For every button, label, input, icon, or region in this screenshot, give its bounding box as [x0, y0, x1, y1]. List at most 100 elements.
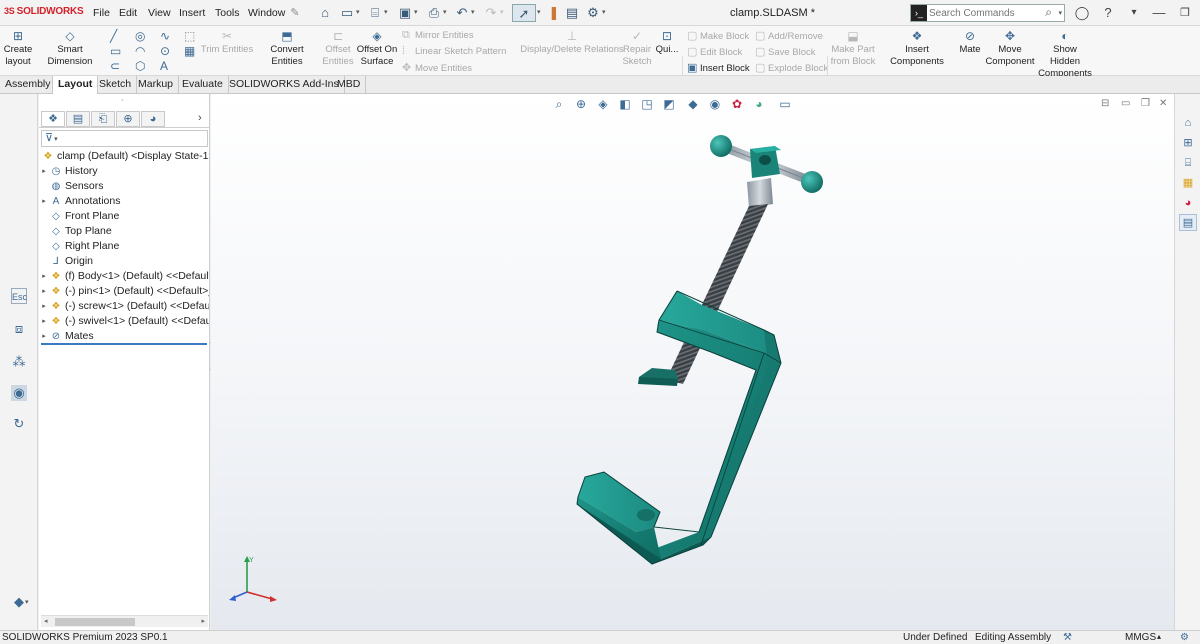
search-dropdown-icon[interactable]: ▾ [1058, 9, 1062, 17]
menu-view[interactable]: View [148, 7, 171, 19]
file-properties-icon[interactable]: ▤ [563, 4, 581, 22]
configuration-icon[interactable]: ⁂ [11, 354, 27, 370]
scroll-right-icon[interactable]: ▸ [201, 616, 205, 628]
appearance-selector-icon[interactable]: ◉ [11, 385, 27, 401]
file-explorer-icon[interactable]: ⌸ [1179, 154, 1197, 171]
tree-item[interactable]: ◇ Top Plane [39, 224, 209, 239]
tree-filter-box[interactable]: ⊽▾ [41, 130, 208, 147]
dotted-rectangle-icon[interactable]: ⬚ [184, 30, 198, 42]
trim-entities-button[interactable]: ✂ Trim Entities [200, 29, 254, 56]
search-icon[interactable]: ⌕ [1045, 5, 1052, 20]
tree-item[interactable]: ▸❖ (-) screw<1> (Default) <<Default>_ [39, 299, 209, 314]
tab-solidworks-add-ins[interactable]: SOLIDWORKS Add-Ins [224, 76, 345, 94]
clamp-body[interactable] [576, 290, 782, 565]
swivel-pad[interactable] [638, 368, 678, 386]
spline-icon[interactable]: ∿ [160, 30, 174, 42]
insert-components-button[interactable]: ❖ Insert Components [878, 29, 956, 68]
new-document-icon[interactable]: ▭ [338, 4, 356, 22]
undo-dropdown-icon[interactable]: ▾ [471, 8, 475, 16]
tree-item[interactable]: ▸ ⊘ Mates [39, 329, 209, 344]
ellipse-icon[interactable]: ⊙ [160, 45, 174, 57]
redo-dropdown-icon[interactable]: ▾ [500, 8, 504, 16]
create-layout-button[interactable]: ⊞ Create layout [2, 29, 34, 68]
text-icon[interactable]: A [160, 60, 174, 72]
insert-block-button[interactable]: ▣ Insert Block [687, 61, 750, 74]
show-hidden-components-button[interactable]: ◐ Show Hidden Components [1037, 29, 1093, 80]
smart-dimension-button[interactable]: ◇ Smart Dimension [36, 29, 104, 68]
search-input[interactable] [929, 6, 1044, 20]
add-remove-button[interactable]: ▢ Add/Remove [755, 29, 823, 42]
units-dropdown-icon[interactable]: ▴ [1157, 632, 1161, 641]
rebuild-traffic-light-icon[interactable]: ❚ [545, 4, 563, 22]
undo-icon[interactable]: ↶ [453, 4, 471, 22]
edit-block-button[interactable]: ▢ Edit Block [687, 45, 742, 58]
chevron-right-icon[interactable]: › [198, 112, 202, 124]
tab-sketch[interactable]: Sketch [94, 76, 138, 94]
options-gear-icon[interactable]: ⚙ [584, 4, 602, 22]
expand-arrow-icon[interactable]: ▸ [39, 299, 49, 314]
pin-icon[interactable]: ✎ [286, 4, 304, 22]
offset-on-surface-button[interactable]: ◈ Offset On Surface [356, 29, 398, 68]
tree-item[interactable]: ▸❖ (-) swivel<1> (Default) <<Default>_ [39, 314, 209, 329]
pattern-icon[interactable]: ▦ [184, 45, 198, 57]
linear-sketch-pattern-button[interactable]: ⁞ Linear Sketch Pattern [402, 45, 506, 57]
tab-layout[interactable]: Layout [52, 76, 99, 94]
redo-icon[interactable]: ↷ [482, 4, 500, 22]
make-block-button[interactable]: ▢ Make Block [687, 29, 749, 42]
arc-icon[interactable]: ◠ [135, 45, 149, 57]
quick-snaps-button[interactable]: ⊡ Qui... [655, 29, 679, 56]
select-dropdown-icon[interactable]: ▾ [537, 8, 541, 16]
rotate-view-icon[interactable]: ↻ [11, 416, 27, 432]
dimxpert-tab-icon[interactable]: ⊕ [116, 111, 140, 127]
appearances-scenes-icon[interactable]: ◕ [1179, 194, 1197, 211]
horizontal-scrollbar[interactable]: ◂ ▸ [41, 615, 208, 627]
feature-tree-tab-icon[interactable]: ❖ [41, 111, 65, 127]
search-commands-box[interactable]: ›_ ⌕ ▾ [910, 4, 1065, 22]
esc-key-icon[interactable]: Esc [11, 288, 27, 304]
rectangle-icon[interactable]: ▭ [110, 45, 124, 57]
solidworks-resources-home-icon[interactable]: ⌂ [1179, 114, 1197, 131]
menu-file[interactable]: File [93, 7, 110, 19]
tree-item[interactable]: ▸ ❖ (-) pin<1> (Default) <<Default>_ [39, 284, 209, 299]
print-icon[interactable]: ⎙ [425, 4, 443, 22]
cube-dropdown-icon[interactable]: ▾ [25, 598, 29, 606]
expand-arrow-icon[interactable]: ▸ [39, 194, 49, 209]
tree-item[interactable]: ▸ ❖ (f) Body<1> (Default) <<Default>_ [39, 269, 209, 284]
expand-arrow-icon[interactable]: ▸ [39, 269, 49, 284]
configuration-manager-tab-icon[interactable]: ⎗ [91, 111, 115, 127]
tree-item[interactable]: ❖ clamp (Default) <Display State-1> [39, 149, 209, 164]
property-manager-tab-icon[interactable]: ▤ [66, 111, 90, 127]
minimize-icon[interactable]: — [1150, 4, 1168, 22]
move-component-button[interactable]: ✥ Move Component [985, 29, 1035, 68]
tree-item[interactable]: ◍ Sensors [39, 179, 209, 194]
user-account-icon[interactable]: ◯ [1073, 4, 1091, 22]
save-dropdown-icon[interactable]: ▾ [414, 8, 418, 16]
menu-window[interactable]: Window [248, 7, 285, 19]
menu-edit[interactable]: Edit [119, 7, 137, 19]
graphics-area[interactable]: ⌕ ⊕ ◈ ◧ ◳ ◩ ◆ ◉ ✿ ◕ ▭ ⊟ ▭ ❐ ✕ Y [211, 94, 1174, 630]
open-folder-icon[interactable]: ⌸ [366, 4, 384, 22]
display-delete-relations-button[interactable]: ⊥ Display/Delete Relations [520, 29, 624, 56]
menu-tools[interactable]: Tools [215, 7, 240, 19]
offset-entities-button[interactable]: ⊏ Offset Entities [321, 29, 355, 68]
units-selector[interactable]: MMGS [1125, 632, 1156, 643]
home-icon[interactable]: ⌂ [316, 4, 334, 22]
circle-icon[interactable]: ◎ [135, 30, 149, 42]
explode-block-button[interactable]: ▢ Explode Block [755, 61, 828, 74]
slot-icon[interactable]: ⊂ [110, 60, 124, 72]
tree-item[interactable]: ◇ Right Plane [39, 239, 209, 254]
display-states-icon[interactable]: ⧈ [11, 321, 27, 337]
save-block-button[interactable]: ▢ Save Block [755, 45, 816, 58]
move-entities-button[interactable]: ✥ Move Entities [402, 61, 472, 74]
custom-properties-icon[interactable]: ▤ [1179, 214, 1197, 231]
save-icon[interactable]: ▣ [396, 4, 414, 22]
mate-button[interactable]: ⊘ Mate [957, 29, 983, 56]
tab-assembly[interactable]: Assembly [0, 76, 57, 94]
solidworks-logo[interactable]: 3S SOLIDWORKS [4, 6, 84, 17]
select-arrow-icon[interactable]: ➚ [512, 4, 536, 22]
rebuild-status-icon[interactable]: ⚒ [1063, 632, 1072, 643]
design-library-icon[interactable]: ⊞ [1179, 134, 1197, 151]
scrollbar-thumb[interactable] [55, 618, 135, 626]
expand-arrow-icon[interactable]: ▸ [39, 314, 49, 329]
tree-item[interactable]: ⅃ Origin [39, 254, 209, 269]
